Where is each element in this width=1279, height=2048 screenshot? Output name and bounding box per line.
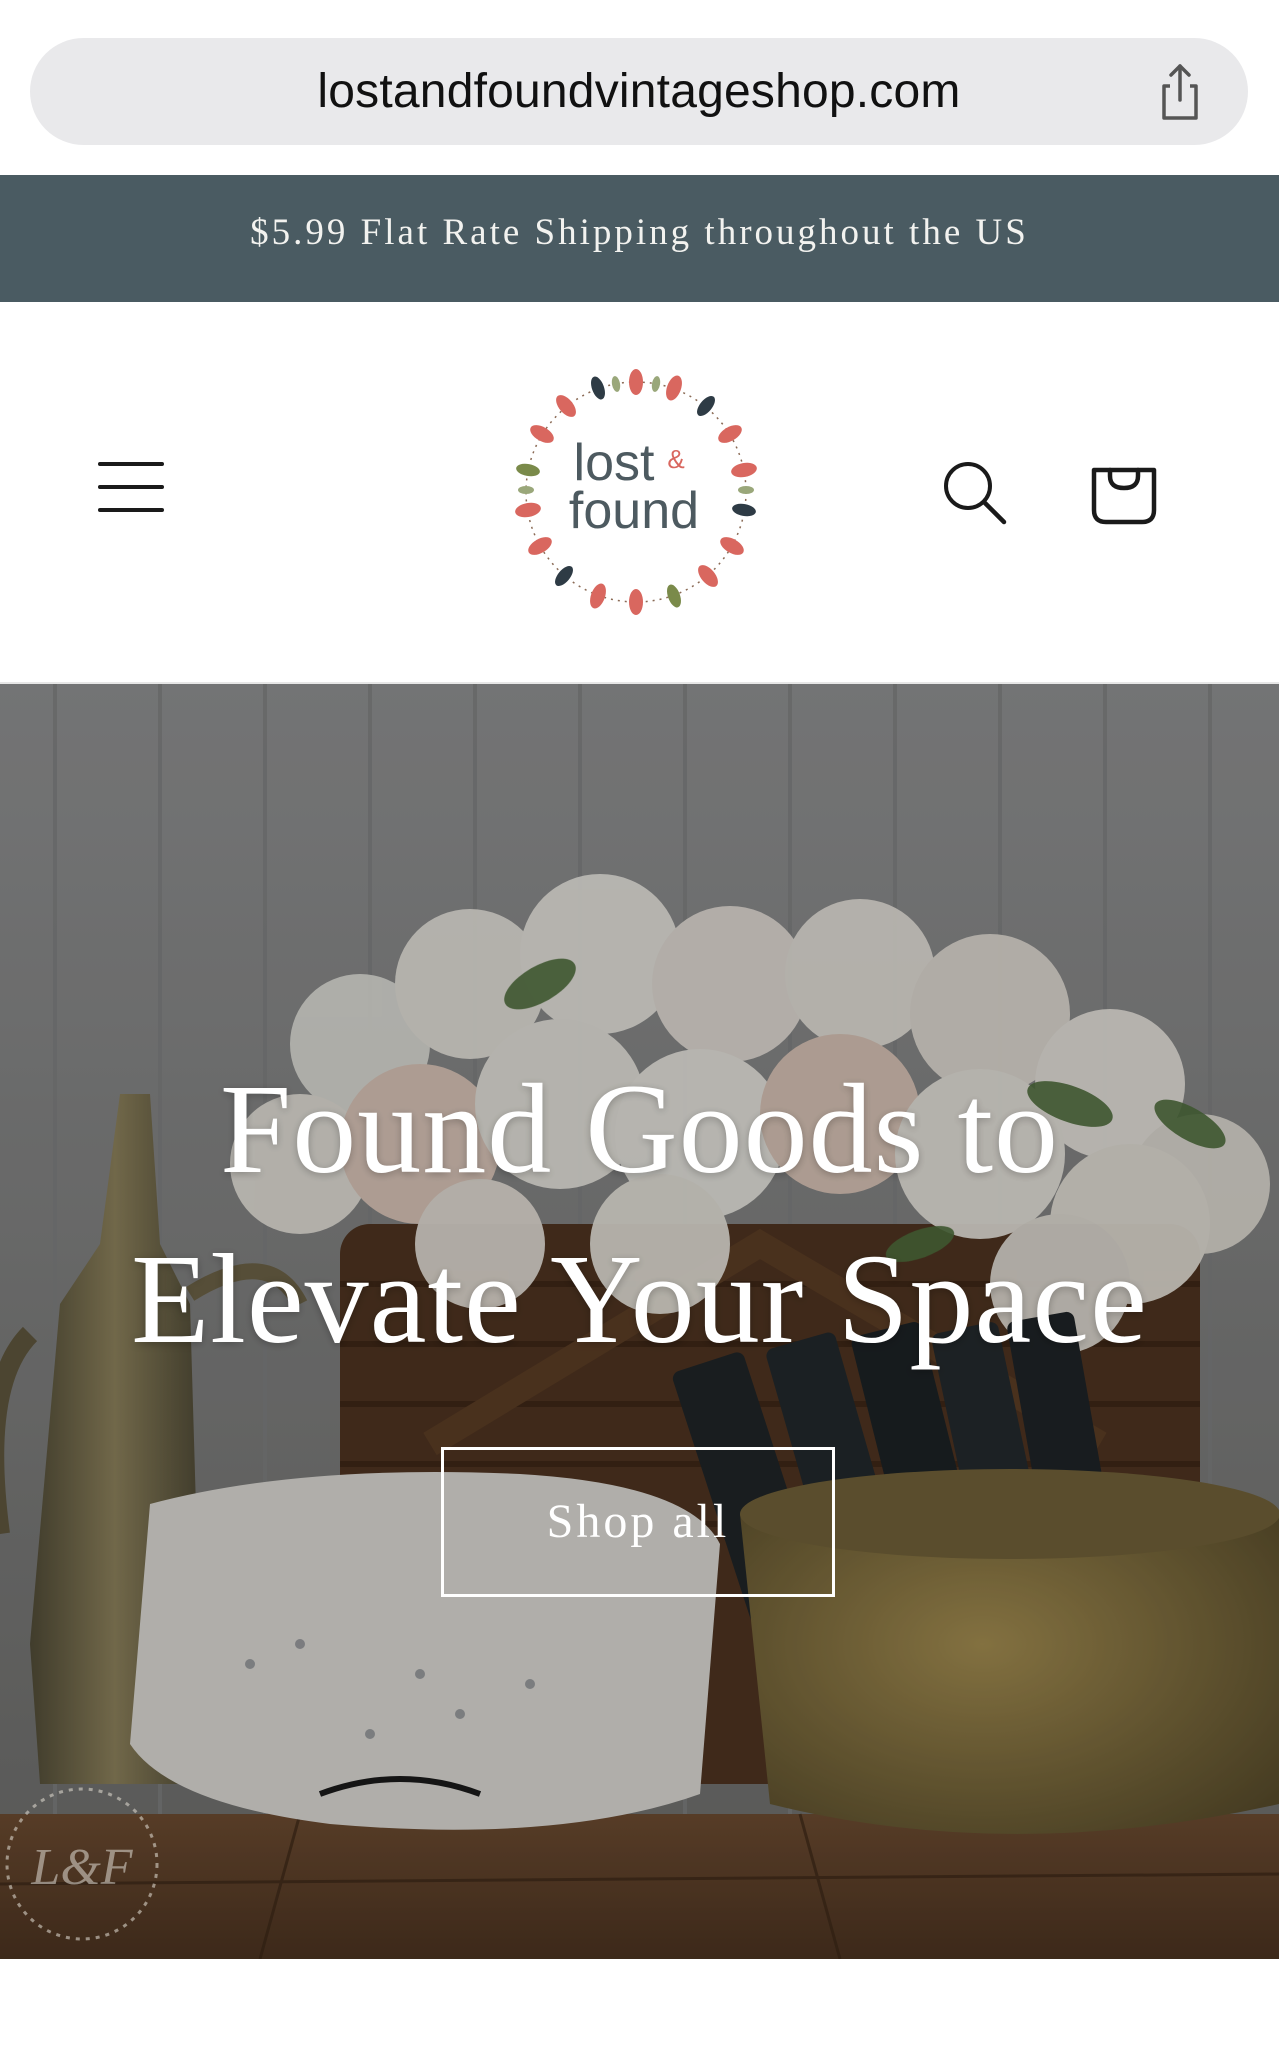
url-text[interactable]: lostandfoundvintageshop.com xyxy=(30,38,1248,145)
search-icon[interactable] xyxy=(940,458,1010,528)
site-logo[interactable]: lost & found xyxy=(506,362,766,622)
announcement-bar: $5.99 Flat Rate Shipping throughout the … xyxy=(0,175,1279,302)
address-bar[interactable]: lostandfoundvintageshop.com xyxy=(30,38,1248,145)
wreath-logo: lost & found xyxy=(515,369,757,615)
hamburger-menu-icon[interactable] xyxy=(96,452,166,522)
watermark-text: L&F xyxy=(30,1839,133,1896)
share-icon[interactable] xyxy=(1150,62,1210,122)
announcement-text: $5.99 Flat Rate Shipping throughout the … xyxy=(250,212,1029,253)
hero-title: Found Goods to Elevate Your Space xyxy=(131,1058,1148,1370)
logo-text-found: found xyxy=(569,482,699,540)
browser-toolbar: lostandfoundvintageshop.com xyxy=(0,0,1279,175)
page: lostandfoundvintageshop.com $5.99 Flat R… xyxy=(0,0,1279,2048)
hero-banner[interactable]: L&F Found Goods to Elevate Your Space Sh… xyxy=(0,684,1279,1959)
shop-all-button[interactable]: Shop all xyxy=(441,1447,835,1597)
site-header: lost & found xyxy=(0,302,1279,684)
logo-ampersand: & xyxy=(667,444,684,474)
shopping-bag-icon[interactable] xyxy=(1086,452,1162,528)
page-bottom-spacer xyxy=(0,1959,1279,2048)
